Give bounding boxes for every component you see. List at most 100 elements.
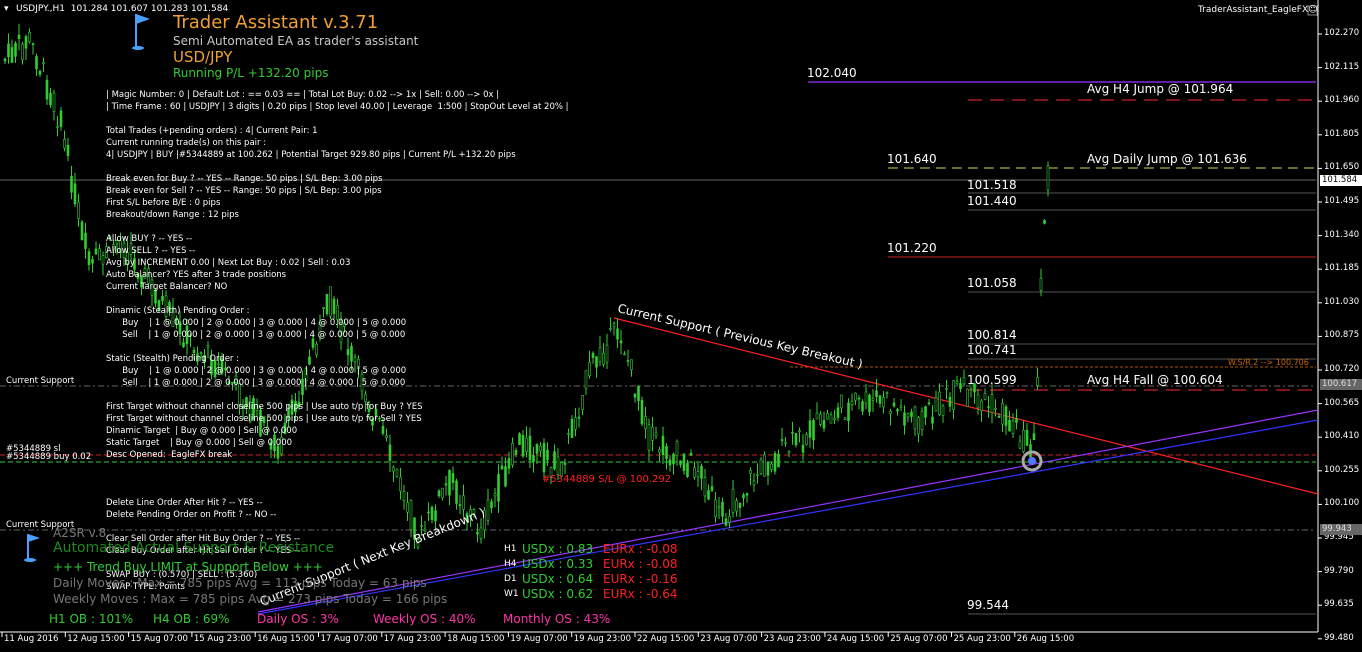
candle-body: [612, 323, 616, 327]
candle-body: [994, 407, 997, 410]
candle-body: [430, 506, 434, 520]
candle-body: [399, 476, 402, 492]
ob-os-item: Monthly OS : 43%: [503, 612, 611, 626]
time-tick-label: 19 Aug 23:00: [573, 634, 632, 644]
candle-body: [924, 406, 927, 418]
avg-h4-fall-label: Avg H4 Fall @ 100.604: [1087, 373, 1223, 387]
candle-body: [329, 286, 332, 317]
candle-body: [332, 298, 336, 315]
candle-body: [28, 32, 31, 43]
ea-status-line: Delete Line Order After Hit ? -- YES --: [106, 498, 263, 508]
candle-body: [644, 416, 647, 430]
strength-usd: USDx : 0.64: [522, 572, 594, 586]
chart-window[interactable]: Current Support ( Previous Key Breakout …: [0, 0, 1362, 652]
strength-usd: USDx : 0.62: [522, 587, 594, 601]
candle-body: [1004, 406, 1008, 426]
candle-body: [7, 43, 10, 58]
price-tick-label: 99.790: [1324, 565, 1354, 576]
candle-body: [861, 401, 864, 412]
candle-body: [766, 461, 770, 476]
candle-body: [45, 79, 49, 100]
candle-body: [444, 483, 448, 486]
candle-body: [798, 430, 801, 433]
price-tick-label: 101.805: [1324, 128, 1360, 139]
candle-body: [672, 453, 675, 465]
ea-status-line: Sell | 1 @ 0.000 | 2 @ 0.000 | 3 @ 0.000…: [106, 330, 406, 340]
price-tick-label: 101.185: [1324, 263, 1360, 274]
candle-body: [731, 488, 735, 513]
level-102040: 102.040: [807, 66, 857, 80]
candle-body: [875, 390, 878, 398]
candle-body: [325, 293, 329, 314]
ea-status-line: First Target without channel closeline 5…: [106, 402, 423, 412]
a2sr-name: A2SR v.8: [53, 526, 107, 540]
price-tick-label: 101.495: [1324, 196, 1360, 206]
candle-body: [679, 460, 682, 465]
candle-body: [857, 397, 861, 400]
price-tick-label: 100.410: [1324, 431, 1360, 442]
level-101440: 101.440: [967, 194, 1017, 208]
candle-body: [696, 471, 700, 478]
candle-body: [899, 405, 903, 408]
wsr2-label: W.S/R.2 --> 100.706: [1228, 358, 1309, 367]
level-101518: 101.518: [967, 178, 1017, 192]
candle-body: [528, 435, 532, 461]
candle-body: [826, 413, 829, 420]
price-tick-label: 101.030: [1324, 296, 1360, 307]
candle-body: [24, 36, 28, 49]
candle-body: [448, 470, 451, 496]
candle-body: [479, 527, 483, 539]
level-100814: 100.814: [967, 328, 1017, 342]
ea-settings-line-2: | Time Frame : 60 | USDJPY | 3 digits | …: [106, 102, 569, 112]
price-tick-label: 100.100: [1324, 498, 1360, 509]
candle-body: [738, 502, 742, 508]
candle-body: [987, 406, 990, 408]
candle-body: [192, 349, 196, 354]
candle-body: [903, 412, 906, 426]
price-tick-label: 101.340: [1324, 229, 1360, 240]
candle-body: [756, 474, 759, 476]
avg-h4-jump-label: Avg H4 Jump @ 101.964: [1087, 82, 1234, 96]
a2sr-trend: +++ Trend Buy LIMIT at Support Below +++: [53, 560, 323, 574]
current-price-tag: 101.584: [1320, 175, 1362, 186]
candle-body: [455, 480, 458, 504]
candle-body: [675, 441, 679, 456]
a2sr-title: Automated Actual Support & Resistance: [53, 540, 335, 556]
candle-body: [997, 416, 1001, 418]
candle-body: [710, 486, 714, 491]
candle-body: [896, 409, 899, 412]
candle-body: [497, 474, 500, 502]
candle-body: [518, 433, 521, 446]
order-sl-price: #5344889 S/L @ 100.292: [542, 474, 672, 485]
candle-body: [955, 381, 959, 384]
strength-tf: D1: [504, 574, 517, 584]
candle-body: [931, 416, 934, 424]
candle-body: [917, 417, 920, 435]
candle-body: [52, 92, 56, 112]
time-tick-label: 24 Aug 15:00: [826, 634, 885, 644]
price-tick-label: 102.115: [1324, 61, 1360, 72]
candle-body: [14, 42, 17, 57]
candle-body: [511, 442, 514, 466]
price-tick-label: 101.960: [1324, 95, 1360, 106]
strength-eur: EURx : -0.08: [603, 557, 678, 571]
candle-body: [21, 43, 24, 60]
ea-status-line: Allow SELL ? -- YES --: [106, 246, 196, 256]
candle-body: [581, 394, 584, 410]
time-tick-label: 15 Aug 23:00: [193, 634, 252, 644]
a2sr-weekly-moves: Weekly Moves : Max = 785 pips Avg = 273 …: [53, 592, 448, 606]
candle-body: [570, 418, 574, 438]
candle-body: [556, 456, 560, 475]
candle-body: [595, 356, 598, 368]
candle-body: [406, 502, 409, 513]
running-pl: Running P/L +132.20 pips: [173, 66, 329, 80]
time-tick-label: 23 Aug 07:00: [700, 634, 758, 644]
dropdown-arrow-icon[interactable]: ▾: [4, 4, 9, 15]
candle-body: [91, 259, 94, 264]
candle-body: [805, 434, 808, 445]
candle-body: [714, 499, 717, 518]
candle-body: [182, 342, 185, 348]
candle-body: [749, 470, 752, 474]
candle-body: [927, 402, 931, 405]
strength-tf: H4: [504, 559, 517, 569]
